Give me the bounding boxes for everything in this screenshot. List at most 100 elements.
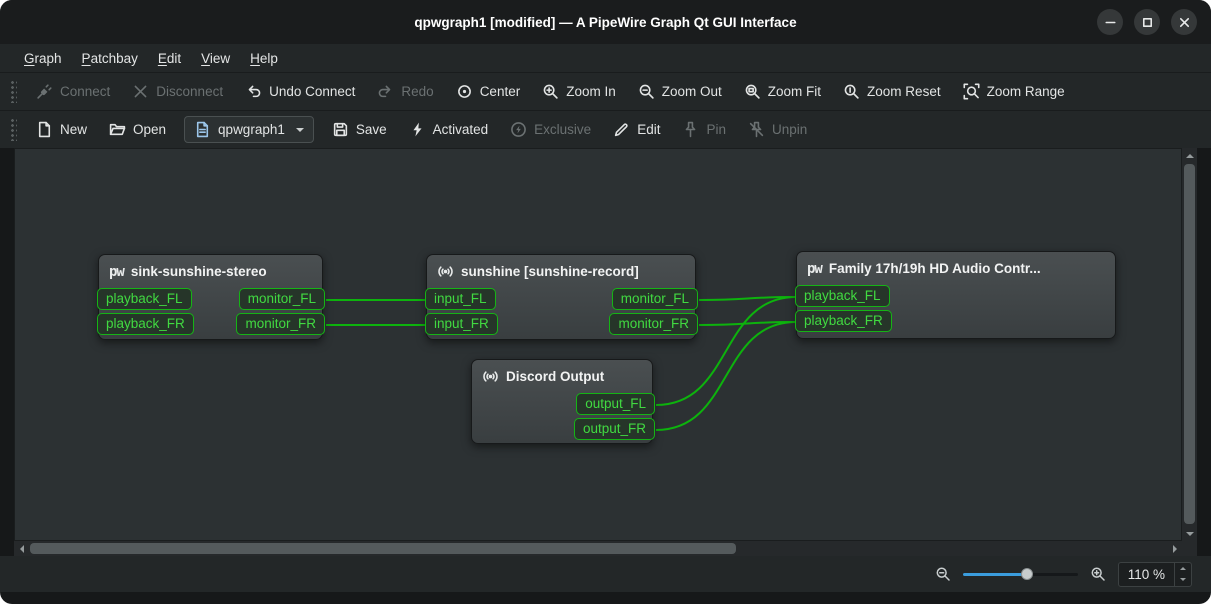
save-icon xyxy=(332,121,349,138)
zoom-spinbox[interactable]: 110 % xyxy=(1118,562,1192,587)
port-monitor_fl[interactable]: monitor_FL xyxy=(612,288,698,310)
scroll-up-button[interactable] xyxy=(1182,148,1197,163)
undo-connect-button[interactable]: Undo Connect xyxy=(234,77,366,106)
maximize-button[interactable] xyxy=(1134,9,1160,35)
toolbar-item-label: Redo xyxy=(401,84,433,99)
dropdown-arrow-icon xyxy=(296,128,304,136)
window-title: qpwgraph1 [modified] — A PipeWire Graph … xyxy=(414,15,796,30)
record-icon xyxy=(482,368,499,385)
vertical-scrollbar-thumb[interactable] xyxy=(1184,164,1195,524)
node-sink-sunshine-stereo[interactable]: pw sink-sunshine-stereo playback_FLplaybac… xyxy=(98,254,323,340)
zoom-slider-handle[interactable] xyxy=(1021,568,1033,580)
window-controls xyxy=(1097,9,1197,35)
patchbay-combo[interactable]: qpwgraph1 xyxy=(184,116,314,143)
zoom-slider[interactable] xyxy=(963,565,1078,583)
menu-help[interactable]: Help xyxy=(240,47,288,70)
port-playback_fl[interactable]: playback_FL xyxy=(97,288,192,310)
unpin-button: Unpin xyxy=(737,115,818,144)
toolbar-handle[interactable] xyxy=(11,81,17,103)
port-input_fr[interactable]: input_FR xyxy=(425,313,498,335)
toolbar-item-label: Unpin xyxy=(772,122,807,137)
toolbar-item-label: Open xyxy=(133,122,166,137)
pipewire-icon: pw xyxy=(807,262,822,276)
arrow-up-icon xyxy=(1180,564,1186,570)
zoom-range-icon xyxy=(963,83,980,100)
toolbar-handle[interactable] xyxy=(11,119,17,141)
port-playback_fr[interactable]: playback_FR xyxy=(97,313,194,335)
scroll-down-button[interactable] xyxy=(1182,526,1197,541)
new-file-icon xyxy=(36,121,53,138)
app-window: qpwgraph1 [modified] — A PipeWire Graph … xyxy=(0,0,1211,604)
minimize-button[interactable] xyxy=(1097,9,1123,35)
arrow-down-icon xyxy=(1180,578,1186,584)
port-playback_fl[interactable]: playback_FL xyxy=(795,285,890,307)
graph-canvas[interactable]: pwsink-sunshine-stereoplayback_FLplaybac… xyxy=(14,148,1182,541)
new-button[interactable]: New xyxy=(25,115,98,144)
arrow-right-icon xyxy=(1173,545,1181,553)
zoom-in-button[interactable]: Zoom In xyxy=(531,77,627,106)
disconnect-icon xyxy=(132,83,149,100)
zoom-spin-up-button[interactable] xyxy=(1175,563,1191,575)
toolbar-item-label: Zoom Range xyxy=(987,84,1065,99)
zoom-out-icon[interactable] xyxy=(935,566,951,582)
connect-button: Connect xyxy=(25,77,121,106)
disconnect-button: Disconnect xyxy=(121,77,234,106)
edit-button[interactable]: Edit xyxy=(602,115,671,144)
pin-button: Pin xyxy=(671,115,737,144)
zoom-fit-button[interactable]: Zoom Fit xyxy=(733,77,832,106)
zoom-in-icon[interactable] xyxy=(1090,566,1106,582)
zoom-value[interactable]: 110 % xyxy=(1119,563,1174,586)
node-title-text: Family 17h/19h HD Audio Contr... xyxy=(829,261,1041,276)
zoom-range-button[interactable]: Zoom Range xyxy=(952,77,1076,106)
menu-view[interactable]: View xyxy=(191,47,240,70)
toolbar-item-label: Zoom Out xyxy=(662,84,722,99)
port-monitor_fr[interactable]: monitor_FR xyxy=(609,313,698,335)
toolbar-item-label: Edit xyxy=(637,122,660,137)
arrow-up-icon xyxy=(1186,150,1194,158)
port-output_fr[interactable]: output_FR xyxy=(574,418,655,440)
zoom-out-button[interactable]: Zoom Out xyxy=(627,77,733,106)
menu-patchbay[interactable]: Patchbay xyxy=(72,47,148,70)
node-sunshine[interactable]: sunshine [sunshine-record] input_FL input_… xyxy=(426,254,696,340)
zoom-reset-icon xyxy=(843,83,860,100)
toolbar-item-label: Center xyxy=(480,84,521,99)
undo-icon xyxy=(245,83,262,100)
activated-button[interactable]: Activated xyxy=(398,115,500,144)
pipewire-icon: pw xyxy=(109,265,124,279)
menu-graph[interactable]: Graph xyxy=(14,47,72,70)
scroll-left-button[interactable] xyxy=(14,541,29,556)
minimize-icon xyxy=(1102,14,1119,31)
graph-toolbar: ConnectDisconnect Undo Connect Redo Center Z… xyxy=(0,72,1211,110)
save-button[interactable]: Save xyxy=(321,115,398,144)
port-input_fl[interactable]: input_FL xyxy=(425,288,496,310)
node-discord-output[interactable]: Discord Outputoutput_FLoutput_FR xyxy=(471,359,653,444)
close-button[interactable] xyxy=(1171,9,1197,35)
titlebar[interactable]: qpwgraph1 [modified] — A PipeWire Graph … xyxy=(0,0,1211,44)
menu-edit[interactable]: Edit xyxy=(148,47,191,70)
zoom-slider-fill xyxy=(963,573,1027,576)
toolbar-item-label: Zoom Reset xyxy=(867,84,941,99)
port-output_fl[interactable]: output_FL xyxy=(576,393,655,415)
vertical-scrollbar[interactable] xyxy=(1182,148,1197,541)
node-title-text: sunshine [sunshine-record] xyxy=(461,264,639,279)
port-monitor_fr[interactable]: monitor_FR xyxy=(236,313,325,335)
scroll-right-button[interactable] xyxy=(1167,541,1182,556)
toolbar-item-label: Zoom In xyxy=(566,84,616,99)
toolbar-item-label: Activated xyxy=(433,122,489,137)
zoom-reset-button[interactable]: Zoom Reset xyxy=(832,77,952,106)
open-button[interactable]: Open xyxy=(98,115,177,144)
center-button[interactable]: Center xyxy=(445,77,532,106)
port-monitor_fl[interactable]: monitor_FL xyxy=(239,288,325,310)
node-family-audio[interactable]: pw Family 17h/19h HD Audio Contr... playba… xyxy=(796,251,1116,339)
canvas-area: pwsink-sunshine-stereoplayback_FLplaybac… xyxy=(14,148,1197,556)
pencil-icon xyxy=(613,121,630,138)
node-title: pw Family 17h/19h HD Audio Contr... xyxy=(797,252,1115,285)
horizontal-scrollbar[interactable] xyxy=(14,541,1182,556)
port-playback_fr[interactable]: playback_FR xyxy=(795,310,892,332)
horizontal-scrollbar-thumb[interactable] xyxy=(30,543,736,554)
toolbar-item-label: Undo Connect xyxy=(269,84,355,99)
zoom-out-icon xyxy=(638,83,655,100)
node-title-text: sink-sunshine-stereo xyxy=(131,264,267,279)
close-icon xyxy=(1176,14,1193,31)
zoom-spin-down-button[interactable] xyxy=(1175,574,1191,586)
